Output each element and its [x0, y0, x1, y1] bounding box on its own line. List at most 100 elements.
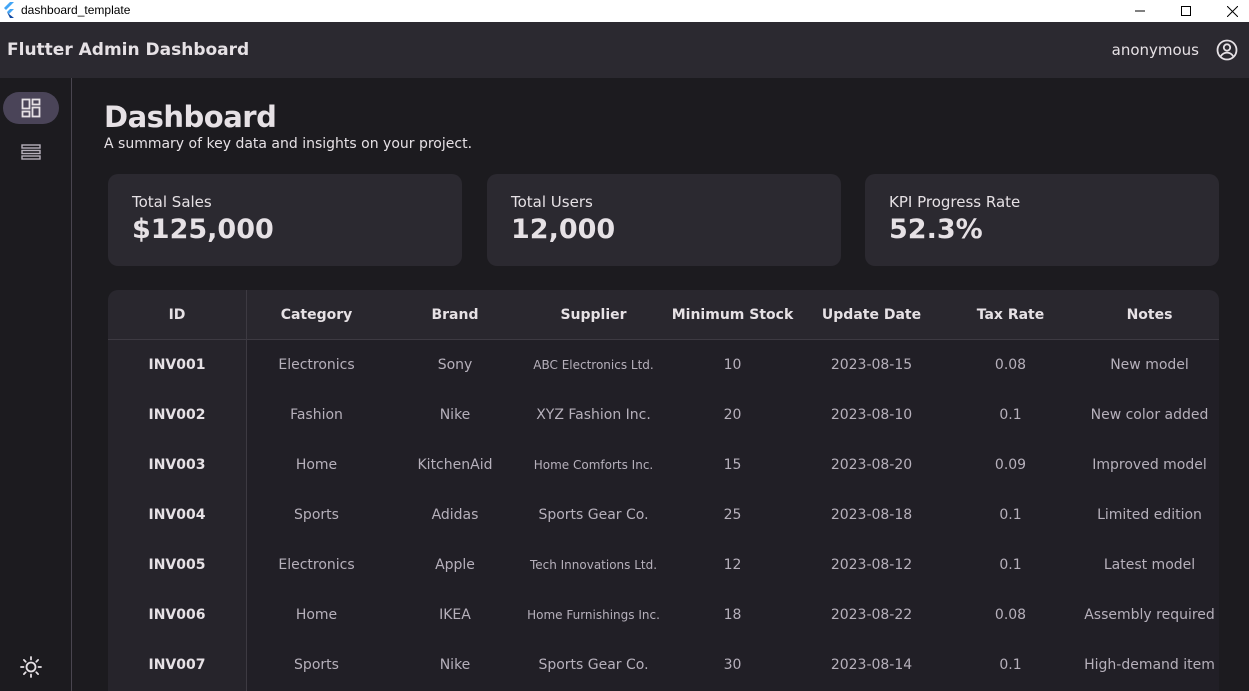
total-users-card: Total Users 12,000: [487, 174, 841, 266]
card-value: 52.3%: [889, 214, 983, 245]
table-cell-update-date: 2023-08-20: [830, 457, 913, 473]
table-cell-supplier: Sports Gear Co.: [538, 507, 649, 523]
table-cell-update-date: 2023-08-15: [830, 357, 913, 373]
table-cell-category: Sports: [294, 657, 339, 673]
table-cell-supplier: Tech Innovations Ltd.: [529, 558, 658, 572]
table-cell-supplier: XYZ Fashion Inc.: [536, 407, 651, 423]
table-cell-supplier: Sports Gear Co.: [538, 657, 649, 673]
table-cell-id: INV005: [148, 557, 206, 573]
card-label: Total Sales: [132, 193, 212, 211]
table-cell-tax-rate: 0.08: [994, 357, 1027, 373]
table-cell-category: Sports: [294, 507, 339, 523]
column-header-notes[interactable]: Notes: [1080, 290, 1219, 340]
navigation-rail: [0, 78, 72, 691]
table-cell-tax-rate: 0.1: [999, 657, 1022, 673]
table-cell-supplier: Home Comforts Inc.: [533, 458, 654, 472]
table-cell-supplier: ABC Electronics Ltd.: [533, 358, 654, 372]
column-header-id[interactable]: ID: [108, 290, 246, 340]
table-cell-update-date: 2023-08-18: [830, 507, 913, 523]
column-header-supplier[interactable]: Supplier: [524, 290, 663, 340]
table-cell-notes: Limited edition: [1097, 507, 1202, 523]
table-cell-category: Electronics: [278, 357, 355, 373]
table-cell-minimum-stock: 15: [723, 457, 742, 473]
flutter-logo-icon: [4, 2, 14, 18]
app-title: Flutter Admin Dashboard: [7, 40, 250, 60]
table-cell-category: Home: [295, 457, 338, 473]
app-bar: Flutter Admin Dashboard anonymous: [0, 22, 1249, 78]
column-header-brand[interactable]: Brand: [386, 290, 524, 340]
page-title: Dashboard: [104, 100, 277, 134]
table-cell-update-date: 2023-08-10: [830, 407, 913, 423]
table-cell-notes: New model: [1110, 357, 1189, 373]
table-cell-notes: Improved model: [1092, 457, 1207, 473]
card-value: $125,000: [132, 214, 274, 245]
table-row[interactable]: INV002 Fashion Nike XYZ Fashion Inc. 20 2023-…: [108, 390, 1219, 440]
kpi-progress-card: KPI Progress Rate 52.3%: [865, 174, 1219, 266]
table-cell-brand: Nike: [439, 657, 471, 673]
table-cell-category: Electronics: [278, 557, 355, 573]
column-header-minimum-stock[interactable]: Minimum Stock: [663, 290, 802, 340]
table-cell-supplier: Home Furnishings Inc.: [527, 608, 660, 622]
table-cell-id: INV002: [148, 407, 206, 423]
table-cell-minimum-stock: 18: [723, 607, 742, 623]
close-icon: [1226, 5, 1238, 17]
total-sales-card: Total Sales $125,000: [108, 174, 462, 266]
table-cell-id: INV004: [148, 507, 206, 523]
table-cell-minimum-stock: 20: [723, 407, 742, 423]
minimize-button[interactable]: [1117, 0, 1163, 22]
table-cell-category: Home: [295, 607, 338, 623]
nav-item-list[interactable]: [3, 136, 59, 168]
table-cell-update-date: 2023-08-14: [830, 657, 913, 673]
table-cell-notes: High-demand item: [1084, 657, 1215, 673]
dashboard-icon: [21, 98, 41, 118]
inventory-table[interactable]: ID Category Brand Supplier Minimum Stock Upda…: [108, 290, 1219, 691]
table-row[interactable]: INV001 Electronics Sony ABC Electronics Ltd…: [108, 340, 1219, 390]
column-header-tax-rate[interactable]: Tax Rate: [941, 290, 1080, 340]
table-row[interactable]: INV006 Home IKEA Home Furnishings Inc. 18 202…: [108, 590, 1219, 640]
nav-item-dashboard[interactable]: [3, 92, 59, 124]
table-row[interactable]: INV003 Home KitchenAid Home Comforts Inc. 15…: [108, 440, 1219, 490]
maximize-icon: [1181, 6, 1191, 16]
table-cell-tax-rate: 0.1: [999, 507, 1022, 523]
table-cell-brand: Adidas: [431, 507, 479, 523]
column-header-category[interactable]: Category: [247, 290, 386, 340]
table-cell-minimum-stock: 30: [723, 657, 742, 673]
page-subtitle: A summary of key data and insights on yo…: [104, 136, 473, 152]
close-button[interactable]: [1209, 0, 1249, 22]
table-cell-id: INV007: [148, 657, 206, 673]
light-mode-icon: [20, 656, 42, 678]
table-cell-brand: Apple: [435, 557, 475, 573]
theme-toggle-button[interactable]: [19, 655, 43, 679]
table-row[interactable]: INV007 Sports Nike Sports Gear Co. 30 2023-08…: [108, 640, 1219, 690]
table-cell-category: Fashion: [290, 407, 343, 423]
table-cell-update-date: 2023-08-12: [830, 557, 913, 573]
card-label: Total Users: [511, 193, 593, 211]
window-title: dashboard_template: [21, 3, 131, 17]
table-cell-notes: Assembly required: [1084, 607, 1215, 623]
maximize-button[interactable]: [1163, 0, 1209, 22]
column-header-update-date[interactable]: Update Date: [802, 290, 941, 340]
account-circle-icon[interactable]: [1216, 39, 1238, 61]
table-cell-id: INV001: [148, 357, 206, 373]
table-cell-brand: Sony: [437, 357, 473, 373]
table-cell-update-date: 2023-08-22: [830, 607, 913, 623]
table-cell-id: INV003: [148, 457, 206, 473]
table-cell-tax-rate: 0.1: [999, 407, 1022, 423]
table-cell-tax-rate: 0.08: [994, 607, 1027, 623]
main-content: Dashboard A summary of key data and insi…: [72, 78, 1249, 691]
list-icon: [21, 144, 41, 160]
table-cell-tax-rate: 0.09: [994, 457, 1027, 473]
user-name[interactable]: anonymous: [1112, 41, 1199, 59]
table-cell-brand: KitchenAid: [417, 457, 493, 473]
table-cell-tax-rate: 0.1: [999, 557, 1022, 573]
table-cell-minimum-stock: 10: [723, 357, 742, 373]
table-cell-minimum-stock: 25: [723, 507, 742, 523]
table-cell-id: INV006: [148, 607, 206, 623]
table-cell-brand: Nike: [439, 407, 471, 423]
table-cell-minimum-stock: 12: [723, 557, 742, 573]
table-cell-notes: New color added: [1090, 407, 1209, 423]
table-row[interactable]: INV005 Electronics Apple Tech Innovations L…: [108, 540, 1219, 590]
card-label: KPI Progress Rate: [889, 193, 1021, 211]
table-row[interactable]: INV004 Sports Adidas Sports Gear Co. 25 2023-…: [108, 490, 1219, 540]
window-titlebar: dashboard_template: [0, 0, 1249, 22]
